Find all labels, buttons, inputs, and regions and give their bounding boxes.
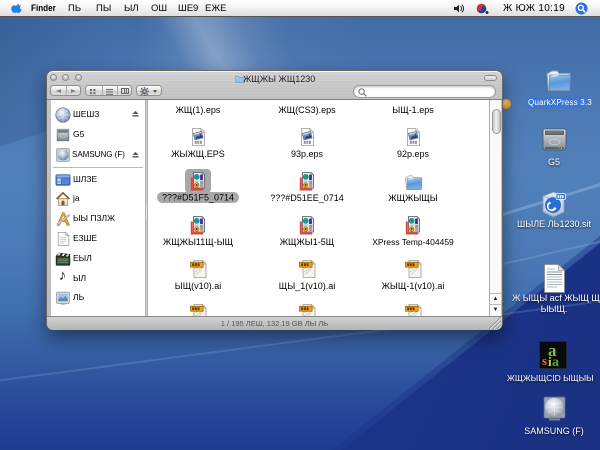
svg-text:s: s: [542, 353, 547, 368]
svg-text:a: a: [552, 355, 559, 369]
